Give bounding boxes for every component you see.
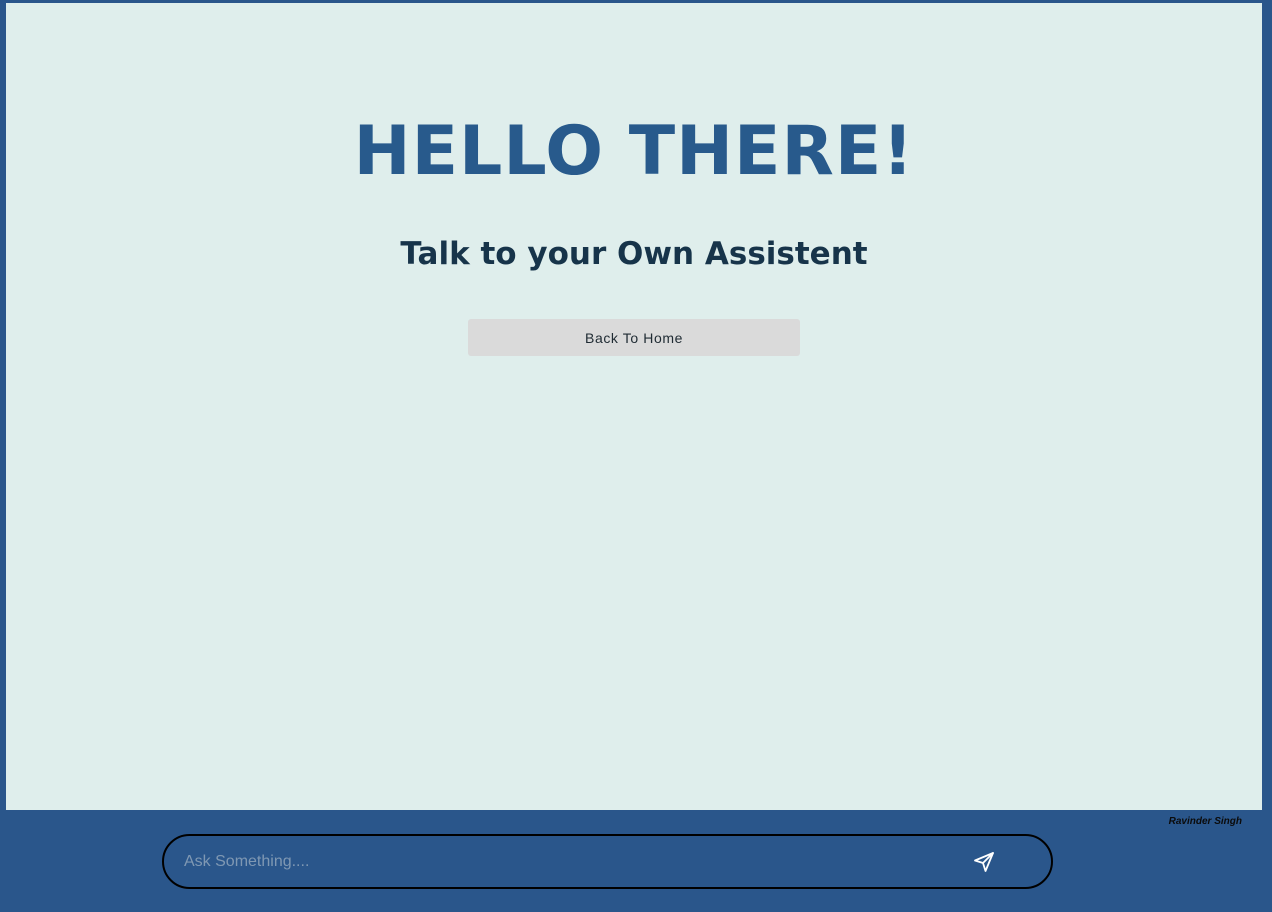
page-subtitle: Talk to your Own Assistent [400, 236, 868, 272]
app-window: HELLO THERE! Talk to your Own Assistent … [0, 0, 1272, 912]
back-to-home-button[interactable]: Back To Home [468, 319, 800, 356]
page-title: HELLO THERE! [353, 112, 915, 191]
main-panel: HELLO THERE! Talk to your Own Assistent … [6, 3, 1262, 810]
send-button[interactable] [972, 848, 1002, 876]
chat-input-bar [162, 834, 1053, 889]
author-credit: Ravinder Singh [1168, 816, 1242, 827]
send-paper-plane-icon [972, 850, 1002, 874]
chat-input[interactable] [184, 848, 944, 876]
